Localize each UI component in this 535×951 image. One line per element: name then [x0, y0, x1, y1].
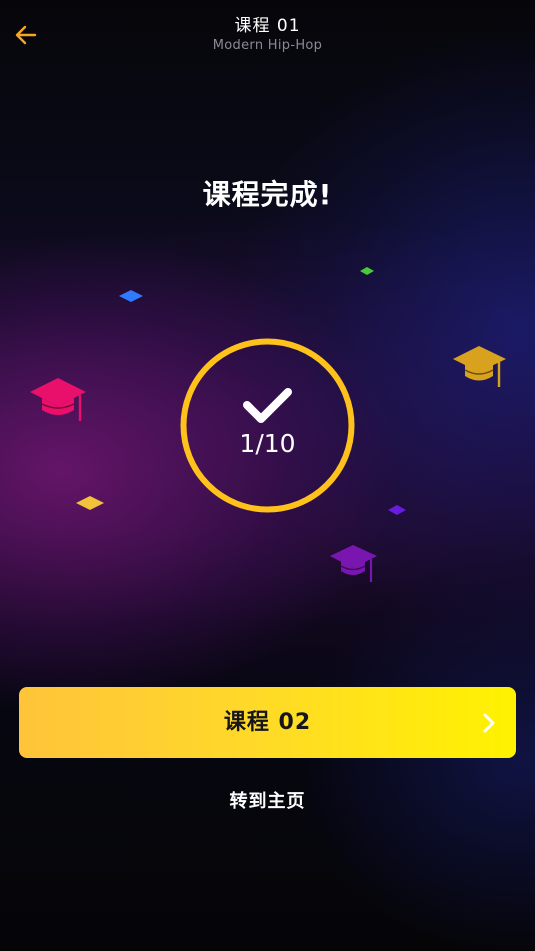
title-block: 课程 01 Modern Hip-Hop — [0, 14, 535, 54]
checkmark-icon — [243, 388, 292, 423]
next-lesson-button[interactable]: 课程 02 — [19, 687, 516, 758]
progress-ring-track — [180, 338, 355, 513]
confetti-diamond-green-icon — [360, 267, 374, 275]
page-subtitle: Modern Hip-Hop — [212, 38, 323, 53]
completion-headline: 课程完成! — [202, 178, 333, 211]
progress-ring — [180, 338, 355, 513]
graduation-cap-pink-icon — [30, 378, 86, 421]
graduation-cap-purple-icon — [330, 545, 377, 582]
graduation-cap-gold-icon — [453, 346, 506, 387]
lesson-complete-screen: 课程 01 Modern Hip-Hop 课程完成! 1/10 课程 02 转到… — [0, 0, 535, 951]
chevron-right-icon — [483, 713, 495, 733]
go-home-link[interactable]: 转到主页 — [0, 788, 535, 816]
page-title: 课程 01 — [234, 16, 301, 36]
confetti-diamond-blue-icon — [119, 290, 143, 302]
progress-count: 1/10 — [239, 429, 296, 458]
confetti-diamond-yellow-icon — [76, 496, 104, 510]
header: 课程 01 Modern Hip-Hop — [0, 0, 535, 70]
confetti-diamond-violet-icon — [388, 505, 406, 515]
next-lesson-label: 课程 02 — [223, 710, 312, 735]
